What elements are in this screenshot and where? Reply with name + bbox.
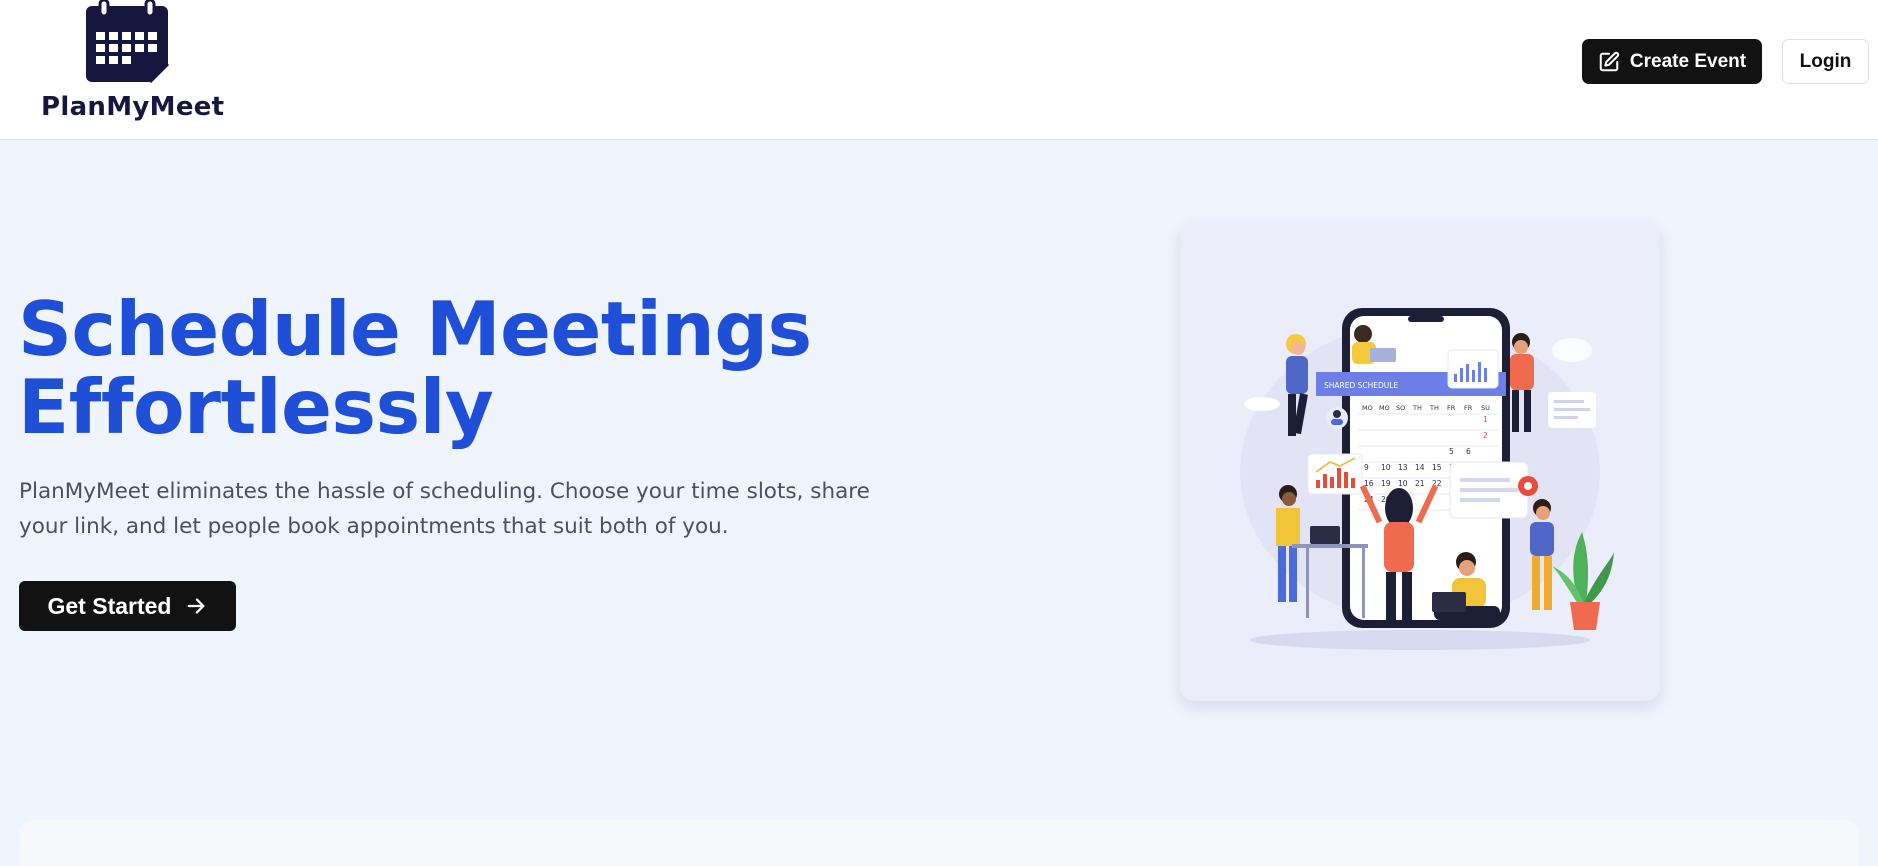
calendar-date: 19	[1381, 479, 1391, 488]
hero-title-line-1: Schedule Meetings	[18, 285, 812, 373]
calendar-icon	[86, 0, 170, 84]
brand-name: PlanMyMeet	[41, 92, 225, 122]
team-scheduling-illustration: SHARED SCHEDULE MO MO SO TH TH FR FR SU 1 2 5 6 9 10 1…	[1240, 308, 1614, 650]
edit-icon	[1599, 51, 1620, 71]
calendar-weekday: SO	[1396, 404, 1405, 412]
shared-schedule-label: SHARED SCHEDULE	[1324, 381, 1398, 390]
hero-illustration: SHARED SCHEDULE MO MO SO TH TH FR FR SU 1 2 5 6 9 10 1…	[1180, 222, 1660, 701]
get-started-label: Get Started	[47, 592, 172, 619]
login-label: Login	[1799, 50, 1852, 72]
calendar-weekday: TH	[1429, 404, 1439, 412]
hero-description: PlanMyMeet eliminates the hassle of sche…	[19, 474, 899, 544]
calendar-date: 10	[1381, 463, 1391, 472]
hero-description-line-1: PlanMyMeet eliminates the hassle of sche…	[19, 479, 870, 504]
calendar-date: 14	[1415, 463, 1425, 472]
features-section-panel	[19, 820, 1859, 866]
calendar-date: 9	[1364, 463, 1369, 472]
calendar-date: 1	[1483, 415, 1488, 424]
create-event-label: Create Event	[1629, 50, 1747, 72]
hero-title: Schedule Meetings Effortlessly	[18, 290, 918, 446]
calendar-date: 5	[1449, 447, 1454, 456]
calendar-date: 2	[1483, 431, 1488, 440]
hero-description-line-2: your link, and let people book appointme…	[19, 514, 729, 539]
calendar-date: 6	[1466, 447, 1471, 456]
calendar-weekday: MO	[1362, 404, 1373, 412]
calendar-date: 10	[1398, 479, 1408, 488]
calendar-date: 15	[1432, 463, 1442, 472]
login-button[interactable]: Login	[1782, 39, 1869, 84]
arrow-right-icon	[188, 598, 205, 614]
calendar-date: 21	[1415, 479, 1425, 488]
calendar-weekday: FR	[1447, 404, 1456, 412]
hero-title-line-2: Effortlessly	[18, 363, 494, 451]
calendar-weekday: FR	[1464, 404, 1473, 412]
top-navbar: PlanMyMeet Create Event Login	[0, 0, 1878, 140]
calendar-weekday: TH	[1412, 404, 1422, 412]
create-event-button[interactable]: Create Event	[1582, 39, 1762, 84]
calendar-weekday: SU	[1481, 404, 1490, 412]
get-started-button[interactable]: Get Started	[19, 581, 236, 631]
calendar-weekday: MO	[1379, 404, 1390, 412]
calendar-date: 13	[1398, 463, 1408, 472]
brand-logo[interactable]: PlanMyMeet	[38, 0, 224, 130]
